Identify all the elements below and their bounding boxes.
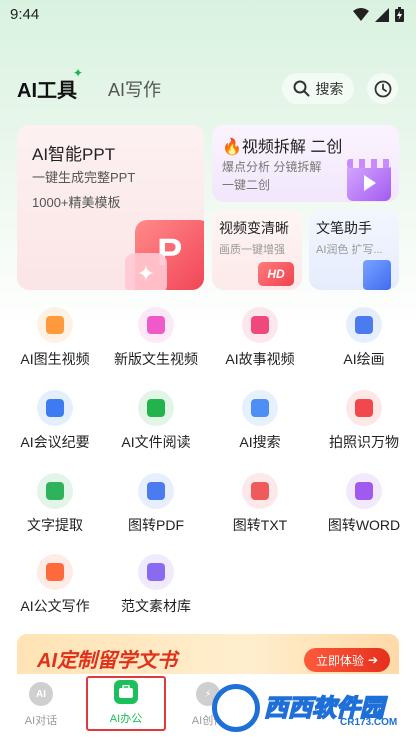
image-to-pdf-icon xyxy=(138,473,174,509)
nav-ai-office[interactable]: AI办公 xyxy=(86,676,166,731)
video-breakdown-sub2: 一键二创 xyxy=(222,178,271,192)
briefcase-icon xyxy=(114,680,138,704)
tool-label: AI图生视频 xyxy=(20,351,90,367)
tool-label: 图转PDF xyxy=(128,517,184,533)
tab-ai-write[interactable]: AI写作 xyxy=(108,76,161,102)
promo-banner[interactable]: AI定制留学文书 立即体验 ➔ xyxy=(17,634,399,674)
status-time: 9:44 xyxy=(10,6,40,23)
tool-item[interactable]: AI公文写作 xyxy=(3,554,107,626)
tool-label: 范文素材库 xyxy=(121,598,191,614)
wifi-icon xyxy=(353,7,369,21)
hd-icon: HD xyxy=(258,262,294,286)
search-label: 搜索 xyxy=(315,80,344,97)
tool-item[interactable]: AI会议纪要 xyxy=(3,390,107,462)
tool-label: AI绘画 xyxy=(343,351,385,367)
tool-label: 新版文生视频 xyxy=(114,351,198,367)
tool-item[interactable]: 拍照识万物 xyxy=(312,390,416,462)
video-hd-sub: 画质一键增强 xyxy=(219,244,285,256)
ai-ppt-title: AI智能PPT xyxy=(32,145,116,164)
tool-item[interactable]: 范文素材库 xyxy=(104,554,208,626)
document-icon xyxy=(363,260,391,290)
watermark-circle xyxy=(212,684,260,732)
tool-item[interactable]: AI图生视频 xyxy=(3,307,107,379)
search-button[interactable]: 搜索 xyxy=(282,73,354,104)
writing-assistant-card[interactable]: 文笔助手 AI润色 扩写... xyxy=(309,210,399,290)
tool-label: AI搜索 xyxy=(239,434,281,450)
search-icon xyxy=(242,390,278,426)
history-icon xyxy=(374,80,391,97)
camera-recognize-icon xyxy=(346,390,382,426)
status-icons xyxy=(353,7,404,22)
tool-item[interactable]: AI搜索 xyxy=(208,390,312,462)
tool-label: AI公文写作 xyxy=(20,598,90,614)
tool-label: 图转WORD xyxy=(327,517,401,533)
watermark-logo: 西西软件园 CR173.COM xyxy=(212,684,402,732)
tool-item[interactable]: AI故事视频 xyxy=(208,307,312,379)
video-breakdown-card[interactable]: 🔥视频拆解 二创 爆点分析 分镜拆解 一键二创 xyxy=(212,125,399,202)
tool-label: 拍照识万物 xyxy=(329,434,399,450)
text-extract-icon xyxy=(37,473,73,509)
nav-ai-office-label: AI办公 xyxy=(109,713,143,725)
tool-item[interactable]: 图转WORD xyxy=(312,473,416,545)
tool-label: 文字提取 xyxy=(27,517,83,533)
ai-painting-icon xyxy=(346,307,382,343)
signal-icon xyxy=(375,7,389,22)
image-to-word-icon xyxy=(346,473,382,509)
sparkle-icon: ✦ xyxy=(125,253,167,290)
tool-item[interactable]: 图转PDF xyxy=(104,473,208,545)
ai-ppt-line1: 一键生成完整PPT xyxy=(32,170,136,185)
writing-assistant-title: 文笔助手 xyxy=(316,220,372,236)
clapperboard-icon xyxy=(347,159,391,201)
tab-ai-tools[interactable]: AI工具 xyxy=(17,74,77,103)
video-camera-icon xyxy=(37,307,73,343)
nav-ai-chat-label: AI对话 xyxy=(24,715,58,727)
fire-icon: 🔥 xyxy=(222,139,242,156)
search-icon xyxy=(293,80,309,97)
tool-item[interactable]: AI绘画 xyxy=(312,307,416,379)
video-icon xyxy=(138,307,174,343)
arrow-right-icon: ➔ xyxy=(367,653,379,667)
template-library-icon xyxy=(138,554,174,590)
try-now-button[interactable]: 立即体验 ➔ xyxy=(304,648,390,672)
ai-ppt-line2: 1000+精美模板 xyxy=(32,195,121,210)
history-button[interactable] xyxy=(367,73,398,104)
nav-ai-chat[interactable]: AI AI对话 xyxy=(1,680,81,734)
writing-assistant-sub: AI润色 扩写... xyxy=(316,244,383,256)
sparkle-icon: ✦ xyxy=(73,66,84,80)
banner-text: AI定制留学文书 xyxy=(37,650,177,672)
video-hd-title: 视频变清晰 xyxy=(219,220,289,236)
try-now-label: 立即体验 xyxy=(315,653,364,668)
tool-label: 图转TXT xyxy=(232,517,288,533)
watermark-url: CR173.COM xyxy=(340,717,398,728)
tool-label: AI故事视频 xyxy=(225,351,295,367)
tool-item[interactable]: 新版文生视频 xyxy=(104,307,208,379)
status-bar: 9:44 xyxy=(0,0,416,30)
image-to-txt-icon xyxy=(242,473,278,509)
ai-ppt-card[interactable]: AI智能PPT 一键生成完整PPT 1000+精美模板 P ✦ xyxy=(17,125,204,290)
meeting-notes-icon xyxy=(37,390,73,426)
ai-chat-icon: AI xyxy=(29,682,53,706)
tool-item[interactable]: 图转TXT xyxy=(208,473,312,545)
video-breakdown-sub1: 爆点分析 分镜拆解 xyxy=(222,160,322,174)
tool-item[interactable]: 文字提取 xyxy=(3,473,107,545)
tool-label: AI会议纪要 xyxy=(20,434,90,450)
video-breakdown-title: 🔥视频拆解 二创 xyxy=(222,133,342,157)
video-breakdown-title-text: 视频拆解 二创 xyxy=(241,139,343,156)
video-hd-card[interactable]: 视频变清晰 画质一键增强 HD xyxy=(212,210,302,290)
play-video-icon xyxy=(242,307,278,343)
official-doc-icon xyxy=(37,554,73,590)
tool-label: AI文件阅读 xyxy=(121,434,191,450)
battery-icon xyxy=(395,7,404,22)
tool-item[interactable]: AI文件阅读 xyxy=(104,390,208,462)
file-read-icon xyxy=(138,390,174,426)
